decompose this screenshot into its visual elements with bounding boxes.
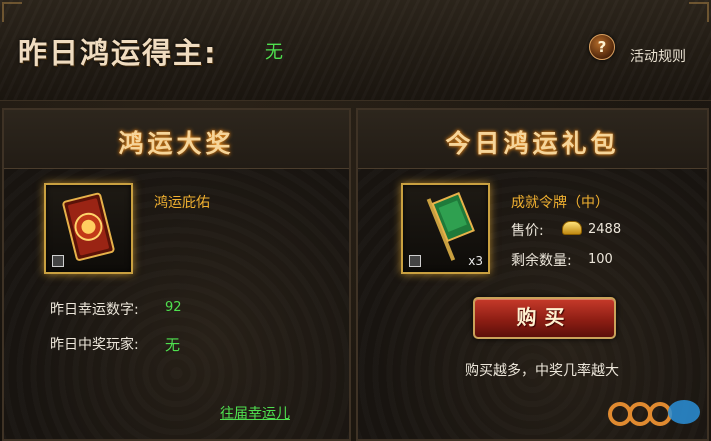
- gold-ingot-icon: [562, 221, 582, 235]
- corner-ornament: [2, 2, 22, 22]
- daily-pack-title: 今日鸿运礼包: [445, 129, 620, 158]
- lock-icon: [52, 255, 64, 267]
- winner-value: 无: [165, 336, 181, 354]
- grand-prize-title: 鸿运大奖: [118, 129, 235, 158]
- grand-prize-item-slot[interactable]: [44, 183, 133, 274]
- remaining-label: 剩余数量:: [511, 253, 572, 269]
- help-icon[interactable]: ?: [589, 34, 615, 60]
- daily-pack-item-name: 成就令牌（中）: [511, 195, 609, 211]
- grand-prize-item-name: 鸿运庇佑: [154, 195, 210, 211]
- past-winners-link[interactable]: 往届幸运儿: [220, 403, 290, 423]
- event-window: 昨日鸿运得主: 无 ? 活动规则 鸿运大奖 鸿运庇佑 昨日幸运数字: 92 昨日…: [0, 0, 711, 441]
- lock-icon: [409, 255, 421, 267]
- corner-ornament: [689, 2, 709, 22]
- price-label: 售价:: [511, 223, 544, 239]
- buy-button[interactable]: 购买: [473, 297, 616, 339]
- remaining-value: 100: [588, 252, 613, 267]
- panel-header: 今日鸿运礼包: [358, 110, 707, 169]
- yesterday-winner-value: 无: [265, 42, 283, 63]
- buy-tip: 购买越多，中奖几率越大: [465, 363, 619, 379]
- winner-label: 昨日中奖玩家:: [50, 337, 139, 353]
- item-quantity: x3: [468, 254, 483, 268]
- daily-pack-item-slot[interactable]: x3: [401, 183, 490, 274]
- lucky-number-value: 92: [165, 300, 182, 315]
- price-value: 2488: [588, 222, 622, 237]
- yesterday-winner-label: 昨日鸿运得主:: [18, 36, 218, 70]
- lucky-number-label: 昨日幸运数字:: [50, 302, 139, 318]
- event-rules-link[interactable]: 活动规则: [630, 46, 686, 66]
- site-watermark-logo: [608, 400, 700, 426]
- panel-header: 鸿运大奖: [4, 110, 349, 169]
